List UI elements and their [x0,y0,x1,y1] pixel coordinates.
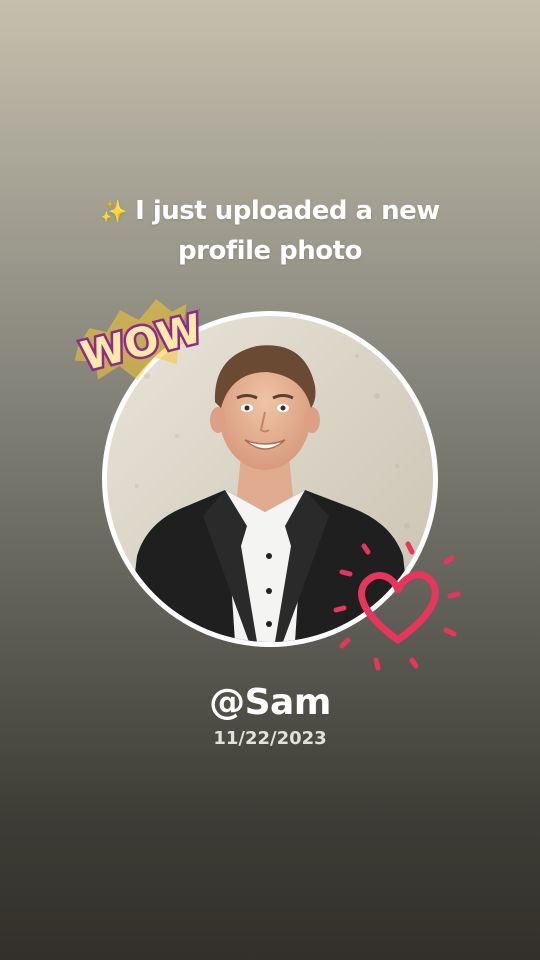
username: @Sam [209,682,331,723]
story-headline: ✨ I just uploaded a new profile photo [60,192,480,271]
post-date: 11/22/2023 [213,728,327,749]
story-card: ✨ I just uploaded a new profile photo WO… [0,0,540,960]
sparkles-icon: ✨ [100,200,128,225]
headline-text: I just uploaded a new profile photo [135,196,440,266]
wow-sticker: WOW! [74,299,200,383]
heart-icon [333,541,461,671]
